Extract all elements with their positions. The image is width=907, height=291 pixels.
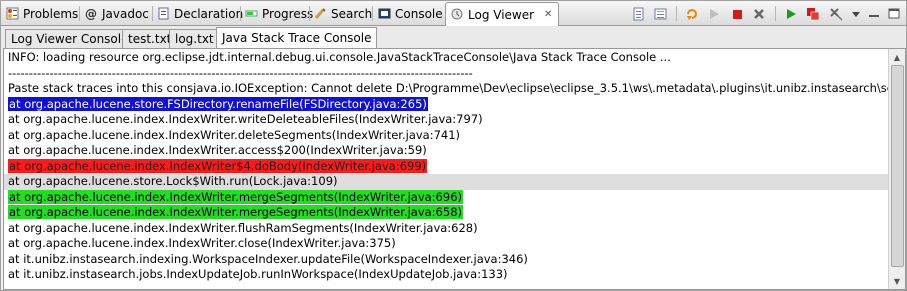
console-line: at org.apache.lucene.index.IndexWriter.f… [4, 221, 888, 237]
tab-console-label: Console [395, 6, 443, 21]
console-line-text: at org.apache.lucene.index.IndexWriter.c… [8, 236, 396, 250]
console-tab-log-txt[interactable]: log.txt [169, 29, 220, 48]
console-line-text: at org.apache.lucene.store.FSDirectory.r… [8, 96, 428, 111]
declaration-icon [156, 7, 170, 21]
tab-problems[interactable]: Problems [5, 3, 78, 24]
console-line: at org.apache.lucene.index.IndexWriter.w… [4, 112, 888, 128]
vertical-scrollbar[interactable]: ▲ ▼ [888, 49, 905, 289]
toolbar-separator [676, 6, 677, 21]
tab-console[interactable]: Console [377, 3, 443, 24]
tab-search[interactable]: Search [313, 3, 372, 24]
tab-javadoc[interactable]: @ Javadoc [84, 3, 149, 24]
tab-declaration[interactable]: Declaration [156, 3, 243, 24]
console-tab-log-viewer[interactable]: Log Viewer Console [5, 29, 135, 48]
tab-javadoc-label: Javadoc [102, 6, 149, 21]
javadoc-icon: @ [85, 6, 97, 21]
refresh-icon[interactable] [683, 5, 701, 22]
document-icon[interactable] [629, 5, 647, 22]
console-line-text: at org.apache.lucene.index.IndexWriter.m… [8, 205, 463, 219]
console-lines: INFO: loading resource org.eclipse.jdt.i… [4, 50, 888, 283]
console-line-text: at org.apache.lucene.index.IndexWriter$4… [8, 158, 428, 173]
console-line-text: at org.apache.lucene.index.IndexWriter.d… [8, 127, 461, 142]
console-line: at org.apache.lucene.index.IndexWriter.m… [4, 205, 888, 221]
tab-separator [309, 6, 310, 21]
console-line: at org.apache.lucene.store.Lock$With.run… [4, 174, 888, 190]
console-tab-bar: Log Viewer Console test.txt log.txt Java… [1, 26, 906, 49]
console-output[interactable]: INFO: loading resource org.eclipse.jdt.i… [3, 48, 906, 290]
console-line-text: at org.apache.lucene.index.IndexWriter.m… [8, 189, 463, 204]
log-viewer-icon [450, 8, 464, 22]
tab-separator [152, 6, 153, 21]
console-line: at org.apache.lucene.index.IndexWriter.m… [4, 189, 888, 206]
settings-icon[interactable] [827, 5, 845, 22]
console-line-text: Paste stack traces into this consjava.io… [8, 81, 888, 95]
console-line: at org.apache.lucene.index.IndexWriter.d… [4, 128, 888, 144]
list-icon[interactable] [651, 5, 669, 22]
console-line-text: at it.unibz.instasearch.indexing.Workspa… [8, 251, 528, 266]
scroll-down-icon[interactable]: ▼ [890, 274, 904, 288]
maximize-icon[interactable] [885, 5, 903, 22]
tab-progress[interactable]: Progress [244, 3, 313, 24]
view-menu-icon[interactable] [850, 5, 862, 22]
console-line: ----------------------------------------… [4, 66, 888, 82]
console-icon [377, 7, 391, 21]
tab-log-viewer[interactable]: Log Viewer ✕ [445, 2, 560, 26]
console-line-text: at org.apache.lucene.index.IndexWriter.a… [8, 143, 427, 157]
console-line: at it.unibz.instasearch.indexing.Workspa… [4, 252, 888, 268]
tab-separator [79, 6, 80, 21]
tab-separator [240, 6, 241, 21]
console-line: at org.apache.lucene.index.IndexWriter.c… [4, 236, 888, 252]
console-line: INFO: loading resource org.eclipse.jdt.i… [4, 50, 888, 66]
console-line: at org.apache.lucene.store.FSDirectory.r… [4, 96, 888, 113]
remove-icon[interactable] [750, 5, 768, 22]
console-line-text: at it.unibz.instasearch.jobs.IndexUpdate… [8, 267, 508, 281]
console-line-text: at org.apache.lucene.store.Lock$With.run… [8, 174, 338, 188]
console-line: Paste stack traces into this consjava.io… [4, 81, 888, 97]
tab-search-label: Search [331, 6, 373, 21]
tab-problems-label: Problems [23, 6, 79, 21]
console-line-text: at org.apache.lucene.index.IndexWriter.f… [8, 220, 478, 235]
minimize-icon[interactable] [865, 5, 883, 22]
tab-progress-label: Progress [262, 6, 314, 21]
console-line: at org.apache.lucene.index.IndexWriter.a… [4, 143, 888, 159]
console-line-text: at org.apache.lucene.index.IndexWriter.w… [8, 112, 483, 126]
search-icon [313, 7, 327, 21]
terminate-all-icon[interactable] [804, 5, 822, 22]
tab-separator [372, 6, 373, 21]
problems-icon [5, 7, 19, 21]
console-line: at org.apache.lucene.index.IndexWriter$4… [4, 158, 888, 175]
toolbar-separator [775, 6, 776, 21]
view-tab-bar: Problems @ Javadoc Declaration Progress … [1, 1, 906, 26]
console-line: at it.unibz.instasearch.jobs.IndexUpdate… [4, 267, 888, 283]
tab-log-viewer-label: Log Viewer [468, 7, 535, 22]
scrollbar-thumb[interactable] [891, 65, 904, 267]
log-viewer-window: Problems @ Javadoc Declaration Progress … [0, 0, 907, 291]
close-tab-icon[interactable]: ✕ [544, 9, 552, 20]
run-icon[interactable] [705, 5, 723, 22]
play-icon[interactable] [782, 5, 800, 22]
progress-icon [244, 7, 258, 21]
scroll-up-icon[interactable]: ▲ [890, 50, 904, 64]
console-line-text: INFO: loading resource org.eclipse.jdt.i… [8, 50, 671, 64]
console-tab-java-stack-trace[interactable]: Java Stack Trace Console [216, 27, 378, 49]
stop-icon[interactable] [728, 5, 746, 22]
tab-declaration-label: Declaration [174, 6, 244, 21]
console-line-text: ----------------------------------------… [8, 65, 473, 80]
